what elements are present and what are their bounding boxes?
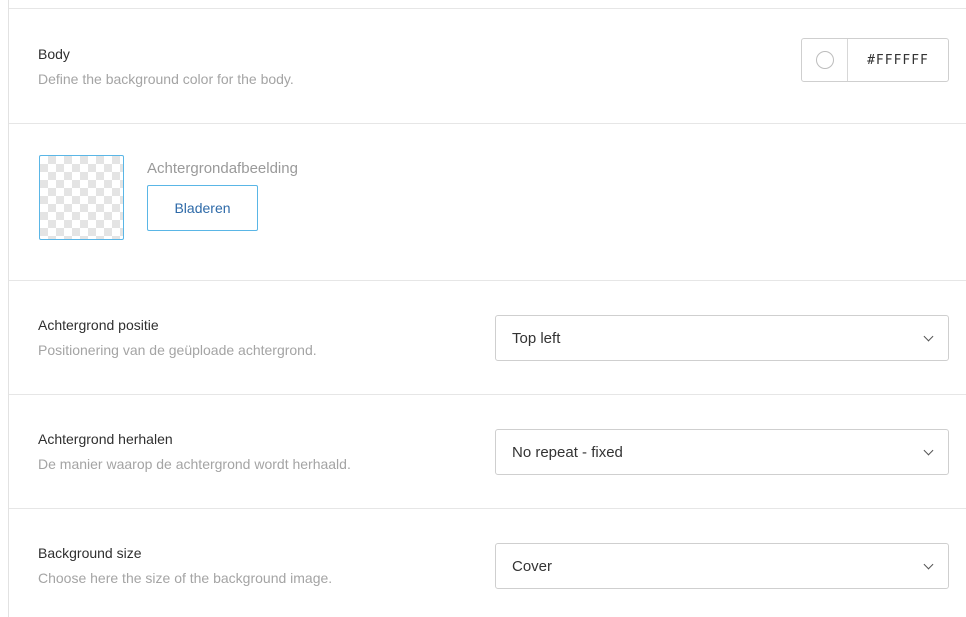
color-hex-value[interactable]: #FFFFFF bbox=[848, 39, 948, 81]
browse-button[interactable]: Bladeren bbox=[147, 185, 258, 231]
chevron-down-icon bbox=[923, 559, 934, 570]
repeat-select-value: No repeat - fixed bbox=[512, 443, 623, 461]
repeat-label: Achtergrond herhalen bbox=[38, 431, 173, 447]
color-swatch-circle-icon bbox=[815, 51, 834, 69]
repeat-section: Achtergrond herhalen De manier waarop de… bbox=[9, 395, 966, 509]
size-section: Background size Choose here the size of … bbox=[9, 509, 966, 617]
settings-panel: Body Define the background color for the… bbox=[8, 0, 966, 617]
repeat-select[interactable]: No repeat - fixed bbox=[495, 429, 949, 475]
body-label: Body bbox=[38, 46, 70, 62]
image-label: Achtergrondafbeelding bbox=[147, 160, 298, 177]
size-select-value: Cover bbox=[512, 557, 553, 575]
color-picker[interactable]: #FFFFFF bbox=[801, 38, 949, 82]
body-color-section: Body Define the background color for the… bbox=[9, 8, 966, 124]
position-select-value: Top left bbox=[512, 329, 561, 347]
body-description: Define the background color for the body… bbox=[38, 71, 294, 87]
size-label: Background size bbox=[38, 545, 142, 561]
position-select[interactable]: Top left bbox=[495, 315, 949, 361]
position-description: Positionering van de geüploade achtergro… bbox=[38, 342, 317, 358]
size-description: Choose here the size of the background i… bbox=[38, 570, 333, 586]
color-swatch-button[interactable] bbox=[802, 39, 848, 81]
chevron-down-icon bbox=[923, 445, 934, 456]
position-section: Achtergrond positie Positionering van de… bbox=[9, 281, 966, 395]
chevron-down-icon bbox=[923, 331, 934, 342]
repeat-description: De manier waarop de achtergrond wordt he… bbox=[38, 456, 351, 472]
size-select[interactable]: Cover bbox=[495, 543, 949, 589]
position-label: Achtergrond positie bbox=[38, 317, 159, 333]
image-preview-thumbnail[interactable] bbox=[39, 155, 124, 240]
